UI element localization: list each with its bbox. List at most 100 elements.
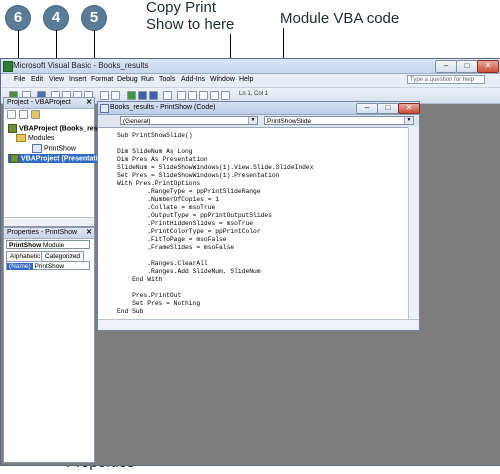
- properties-close-button[interactable]: ✕: [86, 229, 92, 237]
- redo-icon[interactable]: [111, 91, 120, 100]
- menu-bar: File Edit View Insert Format Debug Run T…: [1, 74, 500, 88]
- code-line[interactable]: Set Pres = Nothing: [117, 300, 200, 308]
- break-icon[interactable]: [138, 91, 147, 100]
- code-line[interactable]: .OutputType = ppPrintOutputSlides: [117, 212, 272, 220]
- code-line[interactable]: Dim SlideNum As Long: [117, 148, 193, 156]
- tree-item-printshow-label: PrintShow: [44, 145, 76, 153]
- code-line[interactable]: Pres.PrintOut: [117, 292, 181, 300]
- code-line[interactable]: .PrintHiddenSlides = msoTrue: [117, 220, 253, 228]
- code-horizontal-scrollbar[interactable]: [98, 319, 419, 330]
- properties-panel: Properties - PrintShow ✕ PrintShow Modul…: [3, 227, 95, 463]
- code-vertical-scrollbar[interactable]: [408, 127, 419, 320]
- menu-run[interactable]: Run: [141, 76, 154, 83]
- object-selector-type: Module: [42, 242, 65, 249]
- code-minimize-button[interactable]: –: [356, 103, 378, 114]
- reset-icon[interactable]: [149, 91, 158, 100]
- code-line[interactable]: .Ranges.ClearAll: [117, 260, 207, 268]
- project-explorer-title: Project - VBAProject ✕: [4, 98, 94, 109]
- menu-insert[interactable]: Insert: [69, 76, 87, 83]
- menu-format[interactable]: Format: [91, 76, 113, 83]
- copy-print-callout-line2: Show to here: [146, 16, 235, 33]
- module-vba-code-callout: Module VBA code: [280, 10, 400, 27]
- step-5-badge: 5: [82, 6, 106, 30]
- vba-project-icon: [8, 124, 17, 133]
- code-line[interactable]: .NumberOfCopies = 1: [117, 196, 219, 204]
- code-maximize-button[interactable]: □: [377, 103, 399, 114]
- object-combo[interactable]: (General) ▼: [120, 116, 258, 125]
- project-explorer-title-text: Project - VBAProject: [7, 99, 71, 106]
- tree-item-books-project[interactable]: VBAProject (Books_resu: [8, 124, 102, 133]
- code-line[interactable]: End With: [117, 276, 162, 284]
- property-row-name[interactable]: (Name) PrintShow: [6, 261, 90, 270]
- code-line[interactable]: Set Pres = SlideShowWindows(1).Presentat…: [117, 172, 280, 180]
- code-line[interactable]: .RangeType = ppPrintSlideRange: [117, 188, 260, 196]
- vbe-app-icon: [3, 61, 13, 72]
- help-icon[interactable]: [221, 91, 230, 100]
- code-line[interactable]: .PrintColorType = ppPrintColor: [117, 228, 260, 236]
- vbe-window: Microsoft Visual Basic - Books_results –…: [0, 58, 500, 466]
- tree-item-printshow[interactable]: PrintShow: [32, 144, 76, 153]
- window-title-bar: Microsoft Visual Basic - Books_results –…: [1, 59, 500, 74]
- code-line[interactable]: Dim Pres As Presentation: [117, 156, 208, 164]
- menu-file[interactable]: File: [14, 76, 25, 83]
- code-editor[interactable]: Sub PrintShowSlide() Dim SlideNum As Long…: [98, 127, 408, 321]
- code-line[interactable]: SlideNum = SlideShowWindows(1).View.Slid…: [117, 164, 314, 172]
- cursor-position: Ln 1, Col 1: [239, 91, 269, 97]
- tree-item-books-project-label: VBAProject (Books_resu: [19, 125, 102, 133]
- tree-item-presentation-project-label: VBAProject (Presentatio: [21, 155, 102, 163]
- object-browser-icon[interactable]: [199, 91, 208, 100]
- vba-project-icon: [10, 154, 19, 163]
- properties-window-icon[interactable]: [188, 91, 197, 100]
- project-explorer-close-button[interactable]: ✕: [86, 99, 92, 107]
- menu-view[interactable]: View: [49, 76, 64, 83]
- chevron-down-icon: ▼: [404, 117, 413, 124]
- project-explorer-panel: Project - VBAProject ✕ VBAProject (Books…: [3, 97, 104, 227]
- toolbox-icon[interactable]: [210, 91, 219, 100]
- code-window-title: Books_results - PrintShow (Code): [110, 104, 216, 111]
- object-selector[interactable]: PrintShow Module: [6, 240, 90, 249]
- close-button[interactable]: ✕: [477, 60, 499, 73]
- design-mode-icon[interactable]: [163, 91, 172, 100]
- code-line[interactable]: .FrameSlides = msoFalse: [117, 244, 234, 252]
- code-line[interactable]: With Pres.PrintOptions: [117, 180, 200, 188]
- view-code-icon[interactable]: [7, 110, 16, 119]
- folder-icon: [16, 134, 26, 142]
- undo-icon[interactable]: [100, 91, 109, 100]
- procedure-combo[interactable]: PrintShowSlide ▼: [264, 116, 414, 125]
- properties-title-text: Properties - PrintShow: [7, 229, 78, 236]
- minimize-button[interactable]: –: [435, 60, 457, 73]
- menu-edit[interactable]: Edit: [31, 76, 43, 83]
- module-icon: [32, 144, 42, 153]
- module-icon: [100, 104, 109, 113]
- properties-tabs: Alphabetic Categorized: [6, 251, 90, 262]
- menu-tools[interactable]: Tools: [159, 76, 175, 83]
- tree-item-modules[interactable]: Modules: [16, 134, 54, 142]
- step-6-badge: 6: [6, 6, 30, 30]
- code-line[interactable]: End Sub: [117, 308, 143, 316]
- maximize-button[interactable]: □: [456, 60, 478, 73]
- run-icon[interactable]: [127, 91, 136, 100]
- project-explorer-icon[interactable]: [177, 91, 186, 100]
- code-line[interactable]: .Ranges.Add SlideNum, SlideNum: [117, 268, 260, 276]
- window-title: Microsoft Visual Basic - Books_results: [13, 61, 149, 70]
- tree-item-presentation-project[interactable]: VBAProject (Presentatio: [8, 154, 104, 163]
- copy-print-callout-line1: Copy Print: [146, 0, 217, 16]
- menu-add-ins[interactable]: Add-Ins: [181, 76, 205, 83]
- toggle-folders-icon[interactable]: [31, 110, 40, 119]
- property-name-value: PrintShow: [34, 263, 65, 270]
- object-selector-name: PrintShow: [9, 242, 42, 249]
- ask-question-input[interactable]: Type a question for help: [407, 75, 485, 84]
- menu-help[interactable]: Help: [239, 76, 253, 83]
- project-explorer-hscroll[interactable]: [4, 217, 94, 226]
- code-line[interactable]: .Collate = msoTrue: [117, 204, 215, 212]
- property-name-label: (Name): [7, 263, 33, 270]
- procedure-combo-value: PrintShowSlide: [267, 118, 312, 125]
- code-window: Books_results - PrintShow (Code) – □ ✕ (…: [97, 101, 420, 331]
- code-line[interactable]: Sub PrintShowSlide(): [117, 132, 193, 140]
- properties-title: Properties - PrintShow ✕: [4, 228, 94, 239]
- code-line[interactable]: .FitToPage = msoFalse: [117, 236, 226, 244]
- view-object-icon[interactable]: [19, 110, 28, 119]
- code-close-button[interactable]: ✕: [398, 103, 420, 114]
- menu-window[interactable]: Window: [210, 76, 235, 83]
- menu-debug[interactable]: Debug: [117, 76, 138, 83]
